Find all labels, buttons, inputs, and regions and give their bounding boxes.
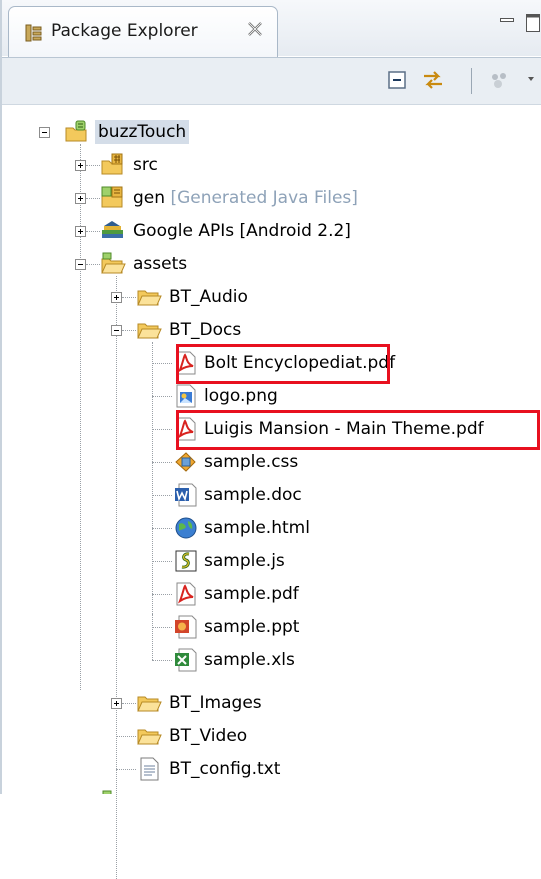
- tree-item-bt-config[interactable]: BT_config.txt: [2, 753, 541, 786]
- expand-toggle[interactable]: [75, 226, 86, 237]
- file-label: sample.pdf: [204, 584, 299, 604]
- library-icon: [102, 221, 123, 238]
- script-icon: [175, 550, 197, 572]
- file-label: sample.doc: [204, 485, 302, 505]
- gen-label: gen [Generated Java Files]: [130, 186, 361, 210]
- tree-item-bt-images[interactable]: BT_Images: [2, 687, 541, 720]
- bt-images-label: BT_Images: [169, 693, 262, 713]
- source-folder-icon: [101, 186, 123, 208]
- project-label: buzzTouch: [95, 120, 190, 144]
- css-icon: [175, 452, 196, 472]
- package-explorer-icon: [25, 24, 42, 42]
- html-globe-icon: [175, 517, 197, 539]
- bt-video-label: BT_Video: [169, 726, 248, 746]
- collapse-all-icon[interactable]: [384, 67, 410, 93]
- file-label: sample.html: [204, 518, 310, 538]
- tree-item-file[interactable]: sample.doc: [2, 479, 541, 512]
- maximize-icon[interactable]: [526, 14, 540, 32]
- minimize-icon[interactable]: [500, 18, 514, 26]
- toolbar-separator: [471, 68, 472, 94]
- tree-item-file[interactable]: sample.ppt: [2, 611, 541, 644]
- tree-item-file[interactable]: logo.png: [2, 380, 541, 413]
- tree-item-bt-video[interactable]: BT_Video: [2, 720, 541, 753]
- word-doc-icon: [175, 483, 197, 507]
- folder-icon: [137, 729, 162, 745]
- expand-toggle[interactable]: [111, 292, 122, 303]
- src-label: src: [133, 155, 158, 175]
- collapse-toggle[interactable]: [39, 127, 50, 138]
- tree-item-file[interactable]: sample.xls: [2, 644, 541, 677]
- tree-item-file[interactable]: sample.js: [2, 545, 541, 578]
- source-folder-icon: [101, 153, 123, 175]
- tree-item-src[interactable]: src: [2, 149, 541, 182]
- powerpoint-icon: [175, 615, 197, 639]
- tree-item-file[interactable]: sample.pdf: [2, 578, 541, 611]
- view-toolbar: [2, 57, 541, 105]
- tree-item-file[interactable]: sample.css: [2, 446, 541, 479]
- tree-item-bt-audio[interactable]: BT_Audio: [2, 281, 541, 314]
- gen-name: gen: [133, 188, 166, 208]
- focus-icon[interactable]: [486, 67, 512, 93]
- close-x-icon[interactable]: [246, 20, 264, 38]
- view-menu-icon[interactable]: [526, 67, 540, 93]
- expand-toggle[interactable]: [75, 193, 86, 204]
- folder-icon: [137, 290, 162, 306]
- bt-audio-label: BT_Audio: [169, 287, 248, 307]
- tree-item-google-apis[interactable]: Google APIs [Android 2.2]: [2, 215, 541, 248]
- tree-item-assets[interactable]: assets: [2, 248, 541, 281]
- link-with-editor-icon[interactable]: [420, 67, 446, 93]
- tree-item-project[interactable]: buzzTouch: [2, 116, 541, 149]
- tree-item-partial: [2, 786, 541, 794]
- file-label: sample.js: [204, 551, 285, 571]
- image-icon: [176, 384, 196, 408]
- gen-decoration: [Generated Java Files]: [170, 188, 358, 208]
- file-label: logo.png: [204, 386, 278, 406]
- file-label: sample.ppt: [204, 617, 300, 637]
- excel-icon: [175, 648, 197, 672]
- tree-item-gen[interactable]: gen [Generated Java Files]: [2, 182, 541, 215]
- google-apis-label: Google APIs [Android 2.2]: [133, 221, 351, 241]
- expand-toggle[interactable]: [111, 698, 122, 709]
- file-label: sample.css: [204, 452, 299, 472]
- folder-icon: [137, 323, 162, 339]
- view-tab-strip: Package Explorer: [2, 0, 541, 59]
- tab-package-explorer[interactable]: Package Explorer: [8, 6, 278, 59]
- highlight-box: [176, 344, 390, 384]
- pdf-icon: [176, 582, 196, 606]
- folder-icon: [101, 252, 126, 274]
- tab-label: Package Explorer: [51, 21, 198, 41]
- folder-icon: [137, 696, 162, 712]
- file-label: sample.xls: [204, 650, 295, 670]
- collapse-toggle[interactable]: [111, 325, 122, 336]
- bt-config-label: BT_config.txt: [169, 759, 281, 779]
- assets-label: assets: [133, 254, 188, 274]
- collapse-toggle[interactable]: [75, 259, 86, 270]
- android-project-icon: [65, 120, 87, 142]
- tree-item-bt-docs[interactable]: BT_Docs: [2, 314, 541, 347]
- highlight-box: [176, 410, 540, 450]
- bt-docs-label: BT_Docs: [169, 320, 242, 340]
- package-tree: buzzTouch src gen [Generated Java Files]: [2, 104, 541, 879]
- text-file-icon: [140, 757, 159, 781]
- expand-toggle[interactable]: [75, 160, 86, 171]
- folder-icon: [102, 790, 112, 794]
- tree-item-file[interactable]: sample.html: [2, 512, 541, 545]
